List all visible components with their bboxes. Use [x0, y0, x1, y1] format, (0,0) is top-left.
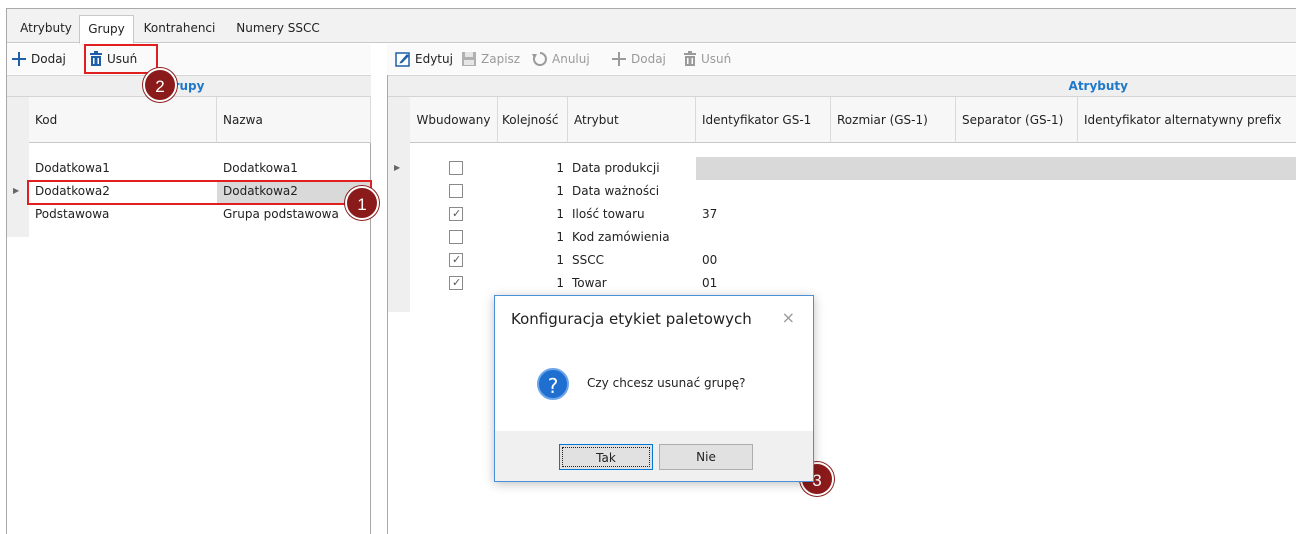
add-group-button[interactable]: Dodaj [11, 48, 66, 70]
add-attribute-button[interactable]: Dodaj [611, 48, 666, 70]
tab-bar: Atrybuty Grupy Kontrahenci Numery SSCC [7, 9, 1296, 44]
atrybut-cell[interactable]: Towar [568, 272, 696, 295]
attributes-toolbar: Edytuj Zapisz Anuluj Dodaj Usuń [387, 44, 1296, 74]
checkmark-icon: ✓ [452, 276, 462, 289]
atrybut-cell[interactable]: Data produkcji [568, 157, 696, 180]
column-header-nazwa[interactable]: Nazwa [217, 97, 371, 143]
plus-icon [612, 52, 626, 66]
wbudowany-checkbox[interactable]: ✓ [449, 207, 463, 221]
group-row-nazwa[interactable]: Dodatkowa1 [217, 157, 371, 180]
no-button[interactable]: Nie [659, 444, 753, 470]
row-indicator-column [388, 97, 410, 312]
edit-label: Edytuj [415, 52, 453, 66]
tab-kontrahenci[interactable]: Kontrahenci [137, 15, 222, 43]
add-attribute-label: Dodaj [631, 52, 666, 66]
dialog-footer: Tak Nie [495, 431, 813, 481]
step-marker-2: 2 [143, 68, 177, 102]
groups-band-header: rupy [7, 75, 371, 97]
tab-grupy[interactable]: Grupy [79, 15, 134, 44]
save-icon [462, 52, 476, 66]
splitter[interactable] [371, 75, 387, 534]
current-row-arrow-icon: ▶ [13, 186, 20, 195]
column-header-atrybut[interactable]: Atrybut [568, 97, 696, 143]
kolejnosc-cell[interactable]: 1 [498, 249, 568, 272]
kolejnosc-cell[interactable]: 1 [498, 157, 568, 180]
atrybut-cell[interactable]: Kod zamówienia [568, 226, 696, 249]
kolejnosc-cell[interactable]: 1 [498, 226, 568, 249]
highlight-delete-button [84, 44, 158, 74]
column-header-kolejnosc[interactable]: Kolejność [498, 97, 568, 143]
checkmark-icon: ✓ [452, 253, 462, 266]
gs1-cell[interactable]: 00 [696, 249, 831, 272]
wbudowany-checkbox[interactable] [449, 184, 463, 198]
kolejnosc-cell[interactable]: 1 [498, 272, 568, 295]
kolejnosc-cell[interactable]: 1 [498, 203, 568, 226]
column-header-rozmiar-gs1[interactable]: Rozmiar (GS-1) [831, 97, 956, 143]
highlight-selected-row [27, 180, 372, 205]
tab-atrybuty[interactable]: Atrybuty [15, 15, 77, 43]
column-header-identyfikator-gs1[interactable]: Identyfikator GS-1 [696, 97, 831, 143]
wbudowany-checkbox[interactable]: ✓ [449, 253, 463, 267]
checkmark-icon: ✓ [452, 207, 462, 220]
groups-grid: rupy Kod Nazwa Dodatkowa1 Dodatkowa1 ▶ D… [7, 75, 371, 534]
group-row-kod[interactable]: Podstawowa [29, 203, 217, 226]
wbudowany-checkbox[interactable] [449, 161, 463, 175]
row-indicator-column [7, 97, 29, 237]
question-icon: ? [537, 368, 569, 400]
edit-button[interactable]: Edytuj [395, 48, 453, 70]
undo-icon [532, 52, 547, 66]
wbudowany-checkbox[interactable]: ✓ [449, 276, 463, 290]
close-icon[interactable]: × [782, 308, 795, 327]
cancel-label: Anuluj [552, 52, 590, 66]
save-button[interactable]: Zapisz [461, 48, 520, 70]
trash-icon [684, 51, 696, 66]
selected-row-highlight [696, 157, 1296, 180]
wbudowany-checkbox[interactable] [449, 230, 463, 244]
column-header-separator-gs1[interactable]: Separator (GS-1) [956, 97, 1078, 143]
edit-icon [395, 52, 410, 67]
column-header-kod[interactable]: Kod [29, 97, 217, 143]
column-header-wbudowany[interactable]: Wbudowany [410, 97, 498, 143]
save-label: Zapisz [481, 52, 521, 66]
plus-icon [12, 52, 26, 66]
attributes-band-header: Atrybuty [388, 75, 1296, 97]
current-row-arrow-icon: ▶ [394, 163, 401, 172]
dialog-title: Konfiguracja etykiet paletowych [511, 310, 752, 328]
add-group-label: Dodaj [31, 52, 66, 66]
gs1-cell[interactable]: 37 [696, 203, 831, 226]
confirm-delete-dialog: Konfiguracja etykiet paletowych × ? Czy … [494, 295, 814, 482]
kolejnosc-cell[interactable]: 1 [498, 180, 568, 203]
dialog-message: Czy chcesz usunać grupę? [587, 376, 746, 390]
column-header-identyfikator-alternatywny-prefix[interactable]: Identyfikator alternatywny prefix [1078, 97, 1296, 143]
tab-numery-sscc[interactable]: Numery SSCC [224, 15, 332, 43]
atrybut-cell[interactable]: Data ważności [568, 180, 696, 203]
yes-button-label: Tak [562, 447, 650, 467]
atrybut-cell[interactable]: Ilość towaru [568, 203, 696, 226]
group-row-kod[interactable]: Dodatkowa1 [29, 157, 217, 180]
groups-toolbar: Dodaj Usuń [7, 44, 371, 74]
step-marker-1: 1 [345, 186, 379, 220]
delete-attribute-button[interactable]: Usuń [683, 48, 731, 70]
gs1-cell[interactable]: 01 [696, 272, 831, 295]
atrybut-cell[interactable]: SSCC [568, 249, 696, 272]
cancel-button[interactable]: Anuluj [532, 48, 590, 70]
yes-button[interactable]: Tak [559, 444, 653, 470]
delete-attribute-label: Usuń [701, 52, 732, 66]
